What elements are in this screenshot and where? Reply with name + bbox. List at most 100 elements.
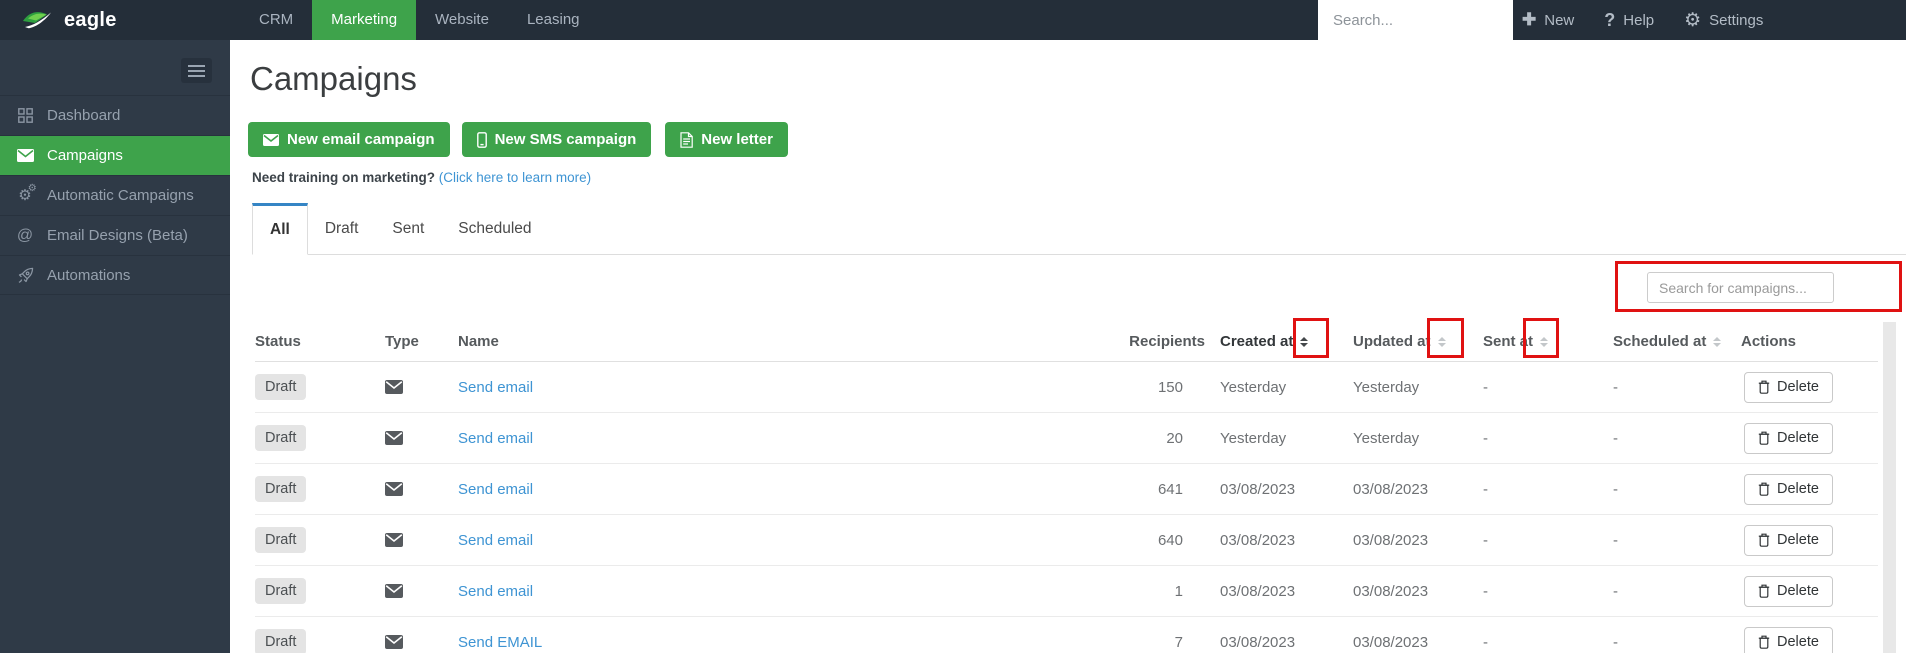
recipients-cell: 20 — [1166, 429, 1183, 447]
global-search-input[interactable] — [1318, 0, 1513, 40]
column-header-created-at[interactable]: Created at — [1207, 333, 1353, 350]
actions-cell: Delete — [1741, 473, 1878, 505]
created-at-cell: 03/08/2023 — [1220, 633, 1296, 651]
topnav-item-crm[interactable]: CRM — [240, 0, 312, 40]
document-icon — [680, 131, 694, 148]
tab-sent[interactable]: Sent — [375, 203, 441, 255]
help-button[interactable]: ? Help — [1604, 10, 1654, 31]
gears-icon: ⚙ ⚙ — [18, 183, 37, 204]
delete-button[interactable]: Delete — [1744, 473, 1833, 505]
global-search — [1318, 0, 1513, 40]
topnav-item-leasing[interactable]: Leasing — [508, 0, 599, 40]
scheduled-at-cell: - — [1613, 378, 1618, 396]
delete-button-label: Delete — [1777, 379, 1819, 395]
sidebar: Dashboard Campaigns ⚙ ⚙ Automatic Campaig… — [0, 40, 230, 653]
name-cell: Send EMAIL — [458, 634, 1113, 651]
sidebar-collapse-button[interactable] — [181, 58, 212, 83]
campaign-name-link[interactable]: Send EMAIL — [458, 634, 542, 651]
delete-button-label: Delete — [1777, 532, 1819, 548]
help-button-label: Help — [1623, 11, 1655, 29]
name-cell: Send email — [458, 379, 1113, 396]
email-type-icon — [385, 482, 403, 496]
campaign-action-buttons: New email campaign New SMS campaign New … — [248, 122, 788, 157]
eagle-logo-icon — [23, 12, 51, 29]
actions-cell: Delete — [1741, 371, 1878, 403]
sidebar-item-automations[interactable]: Automations — [0, 255, 230, 295]
sent-at-cell: - — [1483, 531, 1488, 549]
recipients-cell: 640 — [1157, 531, 1183, 549]
page-title: Campaigns — [250, 60, 417, 97]
sent-at-cell: - — [1483, 378, 1488, 396]
scheduled-at-cell: - — [1613, 480, 1618, 498]
tab-all[interactable]: All — [252, 203, 308, 255]
type-cell — [385, 380, 458, 394]
new-button[interactable]: ✚ New — [1522, 10, 1574, 30]
created-at-cell: Yesterday — [1220, 378, 1287, 396]
sidebar-item-automatic-campaigns[interactable]: ⚙ ⚙ Automatic Campaigns — [0, 175, 230, 215]
question-icon: ? — [1604, 9, 1616, 30]
delete-button[interactable]: Delete — [1744, 371, 1833, 403]
recipients-cell: 641 — [1157, 480, 1183, 498]
column-header-updated-at[interactable]: Updated at — [1353, 333, 1483, 350]
new-sms-campaign-button[interactable]: New SMS campaign — [461, 122, 652, 157]
campaign-name-link[interactable]: Send email — [458, 532, 533, 549]
status-badge: Draft — [255, 629, 307, 653]
training-link[interactable]: (Click here to learn more) — [439, 170, 591, 185]
sidebar-item-campaigns[interactable]: Campaigns — [0, 135, 230, 175]
email-type-icon — [385, 533, 403, 547]
scheduled-at-cell: - — [1613, 429, 1618, 447]
topnav-item-marketing[interactable]: Marketing — [312, 0, 417, 40]
sidebar-item-label: Email Designs (Beta) — [47, 227, 188, 244]
delete-button[interactable]: Delete — [1744, 575, 1833, 607]
app-logo[interactable]: eagle — [20, 0, 117, 40]
actions-cell: Delete — [1741, 626, 1878, 653]
grid-icon — [14, 108, 36, 123]
topbar-actions: ✚ New ? Help ⚙ Settings — [1522, 0, 1763, 40]
status-badge: Draft — [255, 578, 307, 604]
new-email-campaign-button[interactable]: New email campaign — [248, 122, 450, 157]
email-type-icon — [385, 635, 403, 649]
campaign-name-link[interactable]: Send email — [458, 481, 533, 498]
delete-button[interactable]: Delete — [1744, 626, 1833, 653]
delete-button[interactable]: Delete — [1744, 524, 1833, 556]
created-at-cell: 03/08/2023 — [1220, 582, 1296, 600]
vertical-scrollbar[interactable] — [1883, 322, 1896, 653]
table-row: Draft Send email 640 03/08/2023 03/08/20… — [255, 515, 1878, 566]
tab-scheduled[interactable]: Scheduled — [441, 203, 548, 255]
status-badge: Draft — [255, 527, 307, 553]
trash-icon — [1758, 431, 1770, 445]
delete-button-label: Delete — [1777, 481, 1819, 497]
campaign-name-link[interactable]: Send email — [458, 379, 533, 396]
campaign-table-body: Draft Send email 150 Yesterday Yesterday… — [255, 362, 1878, 653]
recipients-cell: 150 — [1157, 378, 1183, 396]
updated-at-cell: 03/08/2023 — [1353, 531, 1429, 549]
type-cell — [385, 584, 458, 598]
sidebar-item-label: Campaigns — [47, 147, 123, 164]
status-cell: Draft — [255, 629, 385, 653]
tab-draft[interactable]: Draft — [308, 203, 376, 255]
table-row: Draft Send email 150 Yesterday Yesterday… — [255, 362, 1878, 413]
sidebar-item-email-designs[interactable]: @ Email Designs (Beta) — [0, 215, 230, 255]
settings-button-label: Settings — [1709, 11, 1764, 29]
column-header-scheduled-at[interactable]: Scheduled at — [1613, 333, 1741, 350]
campaign-name-link[interactable]: Send email — [458, 430, 533, 447]
gear-icon: ⚙ — [1684, 9, 1702, 31]
sidebar-item-dashboard[interactable]: Dashboard — [0, 95, 230, 135]
topnav-item-website[interactable]: Website — [416, 0, 508, 40]
sidebar-item-label: Dashboard — [47, 107, 121, 124]
column-header-sent-at[interactable]: Sent at — [1483, 333, 1613, 350]
scheduled-at-cell: - — [1613, 531, 1618, 549]
sidebar-menu: Dashboard Campaigns ⚙ ⚙ Automatic Campaig… — [0, 95, 230, 295]
delete-button[interactable]: Delete — [1744, 422, 1833, 454]
scheduled-at-cell: - — [1613, 582, 1618, 600]
trash-icon — [1758, 482, 1770, 496]
table-row: Draft Send email 20 Yesterday Yesterday … — [255, 413, 1878, 464]
top-navigation: CRM Marketing Website Leasing — [240, 0, 599, 40]
settings-button[interactable]: ⚙ Settings — [1684, 9, 1763, 32]
table-row: Draft Send email 641 03/08/2023 03/08/20… — [255, 464, 1878, 515]
campaign-search-input[interactable] — [1647, 272, 1834, 303]
training-note: Need training on marketing? (Click here … — [252, 170, 591, 185]
status-badge: Draft — [255, 374, 307, 400]
new-letter-button[interactable]: New letter — [665, 122, 788, 157]
campaign-name-link[interactable]: Send email — [458, 583, 533, 600]
